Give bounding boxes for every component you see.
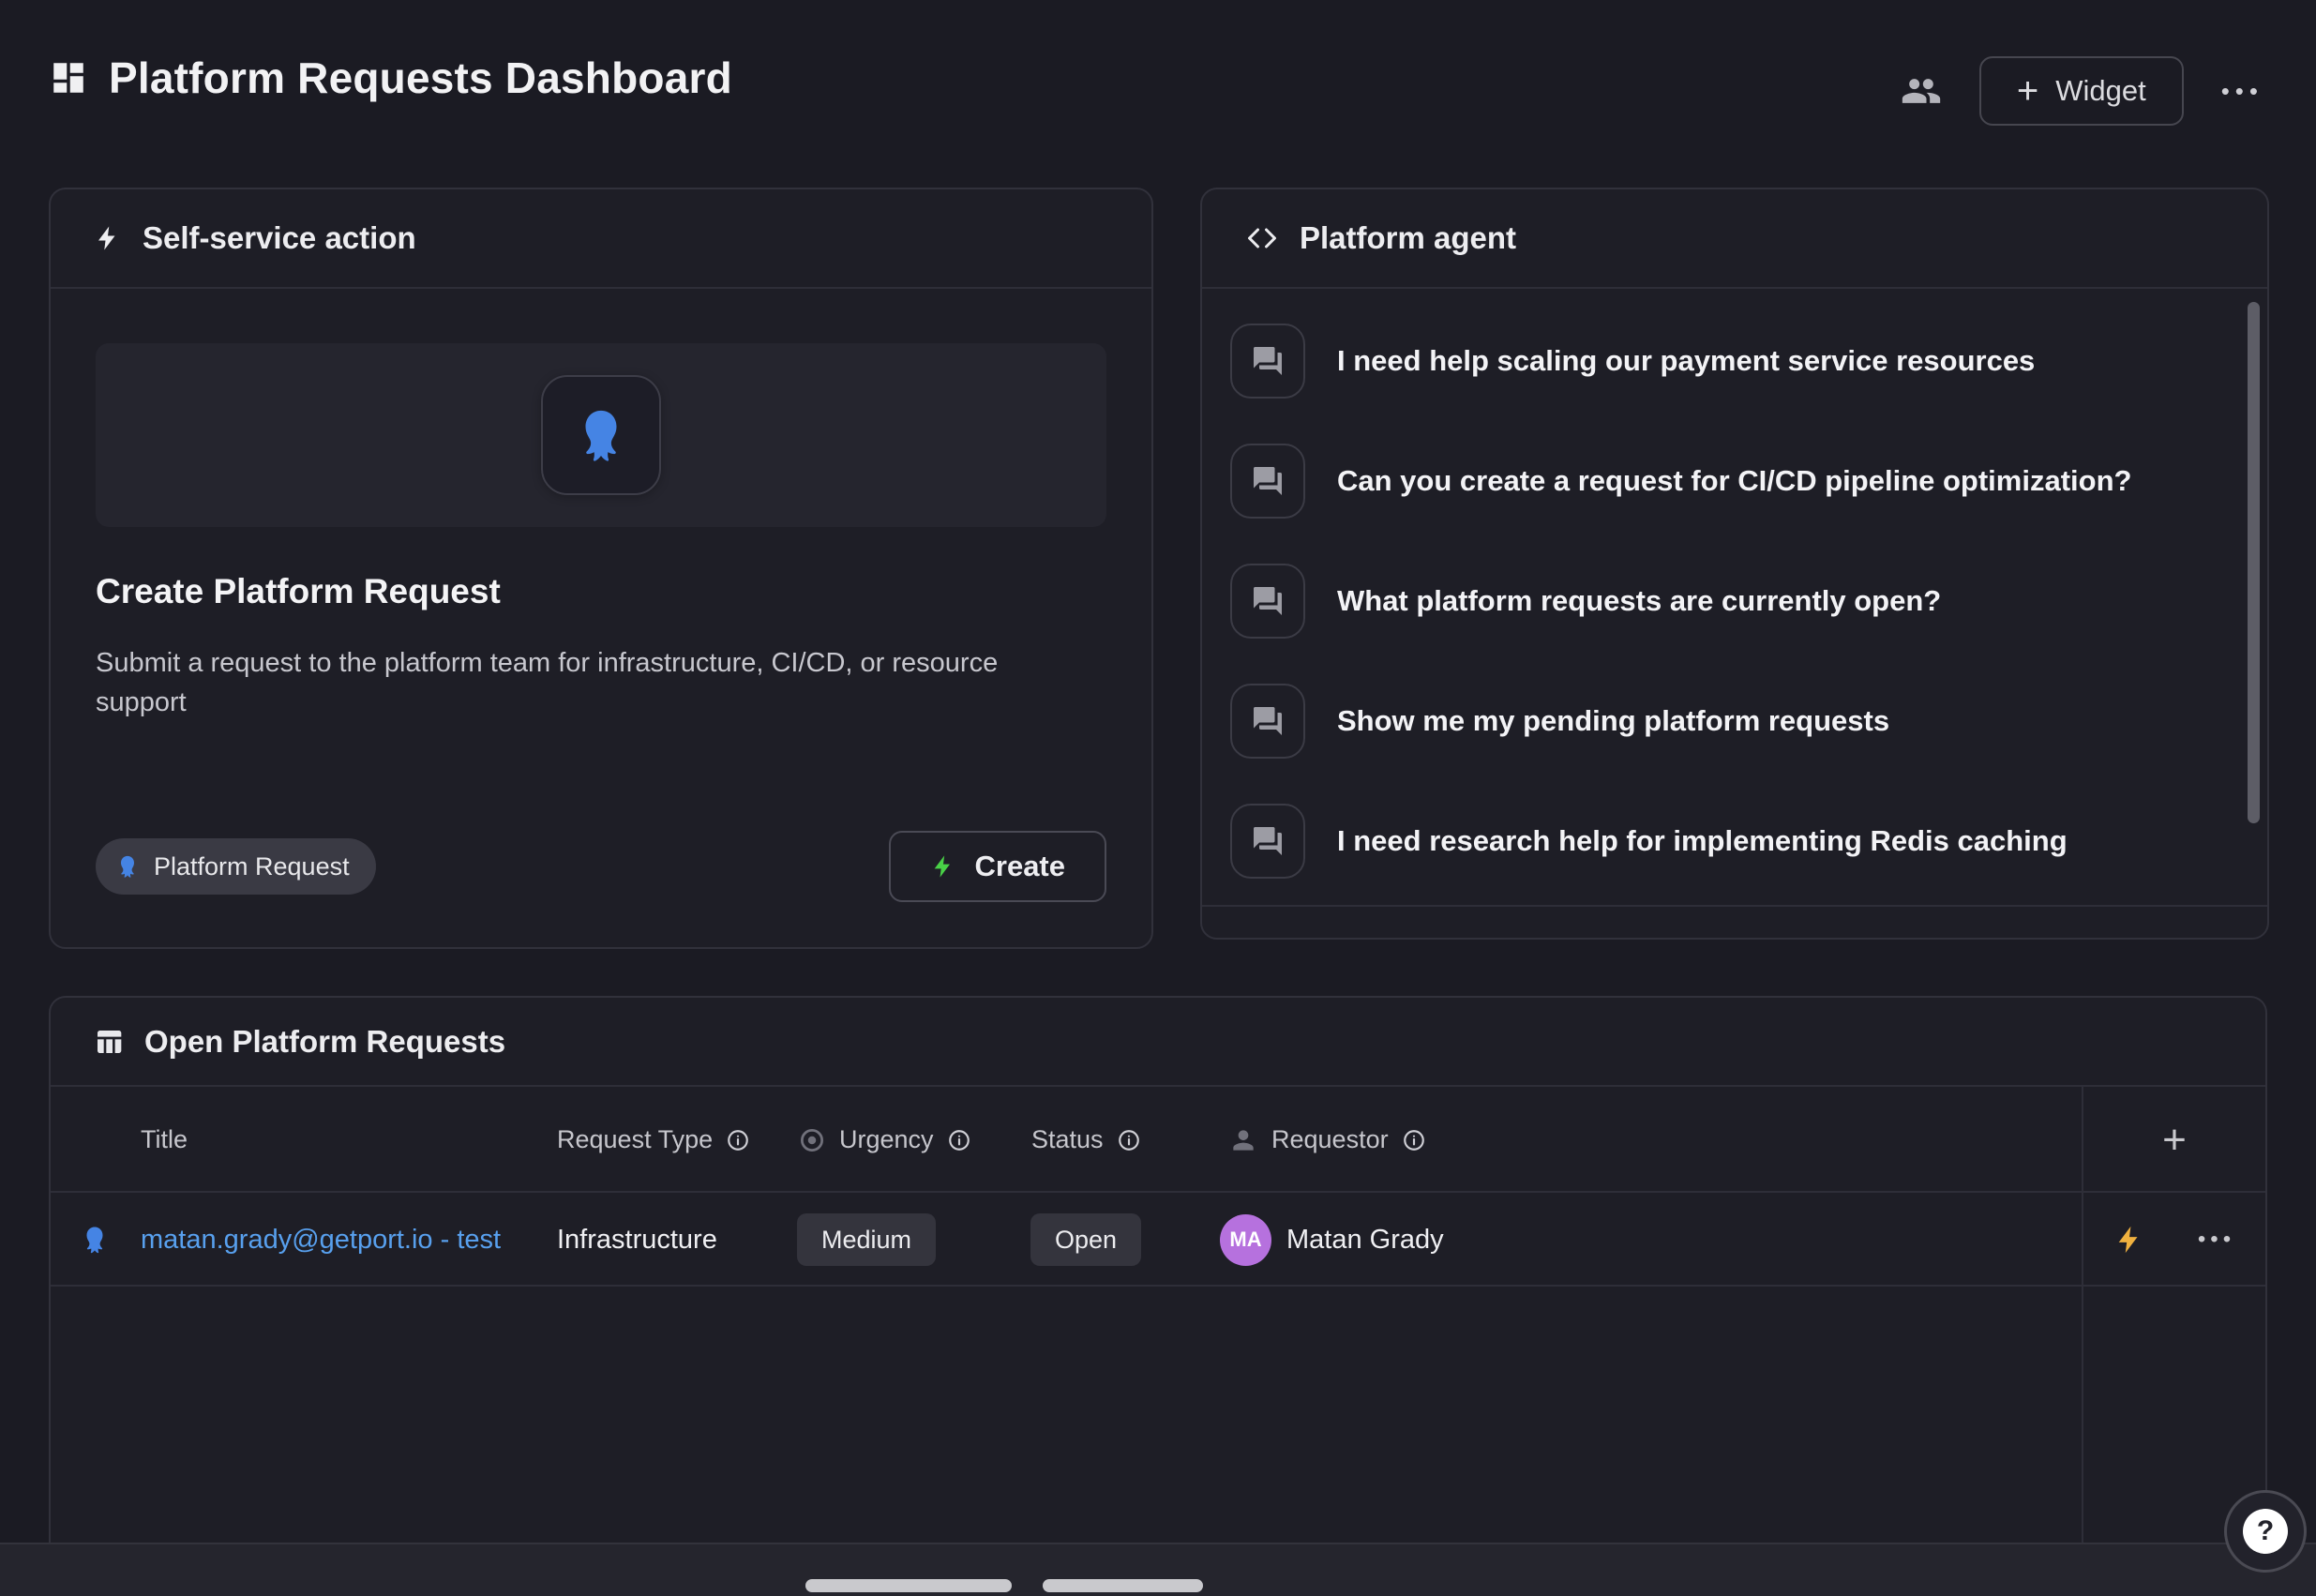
agent-suggestion-text: What platform requests are currently ope…	[1337, 584, 1941, 618]
lightning-icon	[94, 224, 122, 252]
column-label: Urgency	[839, 1125, 934, 1154]
agent-suggestion-item[interactable]: What platform requests are currently ope…	[1230, 541, 2230, 661]
column-header-status[interactable]: Status	[1031, 1087, 1141, 1193]
row-entity-icon-cell	[79, 1193, 111, 1287]
page-header: Platform Requests Dashboard	[49, 53, 732, 103]
platform-agent-card-title: Platform agent	[1300, 220, 1516, 256]
chat-bubble-icon[interactable]	[1230, 324, 1305, 399]
agent-suggestion-item[interactable]: I need help scaling our payment service …	[1230, 301, 2230, 421]
row-request-type-cell: Infrastructure	[557, 1193, 717, 1287]
platform-requests-dashboard: Platform Requests Dashboard + Widget •••…	[0, 0, 2316, 1596]
add-column-button[interactable]: +	[2082, 1087, 2267, 1193]
row-title-link[interactable]: matan.grady@getport.io - test	[141, 1225, 501, 1256]
open-platform-requests-card: Open Platform Requests Title Request Typ…	[49, 996, 2267, 1596]
agent-footer-divider	[1202, 905, 2267, 907]
request-type-value: Infrastructure	[557, 1225, 717, 1256]
row-title-cell: matan.grady@getport.io - test	[141, 1193, 501, 1287]
info-icon[interactable]	[947, 1128, 971, 1152]
chat-bubble-icon[interactable]	[1230, 804, 1305, 879]
info-icon[interactable]	[1117, 1128, 1141, 1152]
question-mark-icon: ?	[2243, 1509, 2288, 1554]
horizontal-scrollbar-thumb[interactable]	[805, 1579, 1012, 1592]
dashboard-grid-icon	[49, 58, 88, 98]
create-button[interactable]: Create	[889, 831, 1107, 902]
radio-circle-icon	[798, 1126, 826, 1154]
agent-suggestion-text: Show me my pending platform requests	[1337, 704, 1889, 738]
table-row[interactable]: matan.grady@getport.io - test Infrastruc…	[51, 1193, 2265, 1287]
run-action-lightning-icon[interactable]	[2113, 1224, 2145, 1256]
action-preview-panel	[96, 343, 1106, 527]
agent-suggestion-text: I need help scaling our payment service …	[1337, 344, 2035, 378]
header-more-icon[interactable]: •••	[2221, 77, 2263, 106]
self-service-card-header: Self-service action	[51, 189, 1151, 289]
table-icon	[94, 1027, 124, 1057]
action-title: Create Platform Request	[96, 572, 1106, 611]
agent-suggestion-text: Can you create a request for CI/CD pipel…	[1337, 464, 2131, 498]
column-label: Title	[141, 1125, 188, 1154]
column-label: Request Type	[557, 1125, 713, 1154]
column-label: Requestor	[1271, 1125, 1389, 1154]
column-label: Status	[1031, 1125, 1104, 1154]
table-card-title: Open Platform Requests	[144, 1024, 505, 1060]
chip-label: Platform Request	[154, 852, 350, 881]
platform-request-chip[interactable]: Platform Request	[96, 838, 376, 895]
agent-suggestion-text: I need research help for implementing Re…	[1337, 824, 2068, 858]
row-requestor-cell: MA Matan Grady	[1220, 1193, 1444, 1287]
self-service-body: Create Platform Request Submit a request…	[51, 289, 1151, 947]
bottom-scroll-strip	[0, 1543, 2316, 1596]
self-service-footer: Platform Request Create	[96, 831, 1106, 902]
action-description: Submit a request to the platform team fo…	[96, 643, 1043, 722]
chat-bubble-icon[interactable]	[1230, 444, 1305, 519]
table-header-row: Title Request Type Urgency Status	[51, 1087, 2265, 1193]
agent-suggestion-item[interactable]: Show me my pending platform requests	[1230, 661, 2230, 781]
info-icon[interactable]	[1402, 1128, 1426, 1152]
table-card-header: Open Platform Requests	[51, 998, 2265, 1087]
create-button-label: Create	[975, 850, 1066, 883]
chat-bubble-icon[interactable]	[1230, 684, 1305, 759]
requestor-name: Matan Grady	[1286, 1225, 1444, 1256]
requestor-avatar: MA	[1220, 1214, 1271, 1266]
agent-suggestion-item[interactable]: I need research help for implementing Re…	[1230, 781, 2230, 901]
column-header-request-type[interactable]: Request Type	[557, 1087, 750, 1193]
port-octopus-icon	[79, 1224, 111, 1256]
vertical-scrollbar-thumb[interactable]	[2248, 302, 2260, 823]
port-octopus-icon	[570, 404, 632, 466]
self-service-card-title: Self-service action	[143, 220, 416, 256]
horizontal-scrollbar-thumb[interactable]	[1043, 1579, 1203, 1592]
row-actions-cell: •••	[2082, 1193, 2267, 1287]
row-more-icon[interactable]: •••	[2198, 1227, 2235, 1253]
people-icon[interactable]	[1901, 70, 1942, 112]
column-header-requestor[interactable]: Requestor	[1228, 1087, 1426, 1193]
platform-agent-card: Platform agent I need help scaling our p…	[1200, 188, 2269, 940]
add-widget-button[interactable]: + Widget	[1979, 56, 2184, 126]
agent-suggestion-item[interactable]: Can you create a request for CI/CD pipel…	[1230, 421, 2230, 541]
page-title: Platform Requests Dashboard	[109, 53, 732, 103]
column-header-title[interactable]: Title	[141, 1087, 188, 1193]
help-button[interactable]: ?	[2224, 1490, 2307, 1573]
info-icon[interactable]	[726, 1128, 750, 1152]
person-icon	[1228, 1125, 1258, 1155]
agent-suggestion-list: I need help scaling our payment service …	[1202, 289, 2267, 901]
header-actions: + Widget •••	[1901, 56, 2263, 126]
platform-agent-card-header: Platform agent	[1202, 189, 2267, 289]
code-icon	[1245, 221, 1279, 255]
urgency-badge: Medium	[797, 1213, 936, 1266]
row-urgency-cell: Medium	[797, 1193, 936, 1287]
self-service-action-card: Self-service action Create Platform Requ…	[49, 188, 1153, 949]
lightning-icon	[930, 853, 956, 880]
column-header-urgency[interactable]: Urgency	[798, 1087, 971, 1193]
add-widget-label: Widget	[2055, 74, 2145, 108]
row-status-cell: Open	[1030, 1193, 1141, 1287]
port-octopus-icon	[114, 853, 141, 880]
action-logo-tile	[541, 375, 661, 495]
status-badge: Open	[1030, 1213, 1141, 1266]
chat-bubble-icon[interactable]	[1230, 564, 1305, 639]
plus-icon: +	[2017, 72, 2038, 110]
